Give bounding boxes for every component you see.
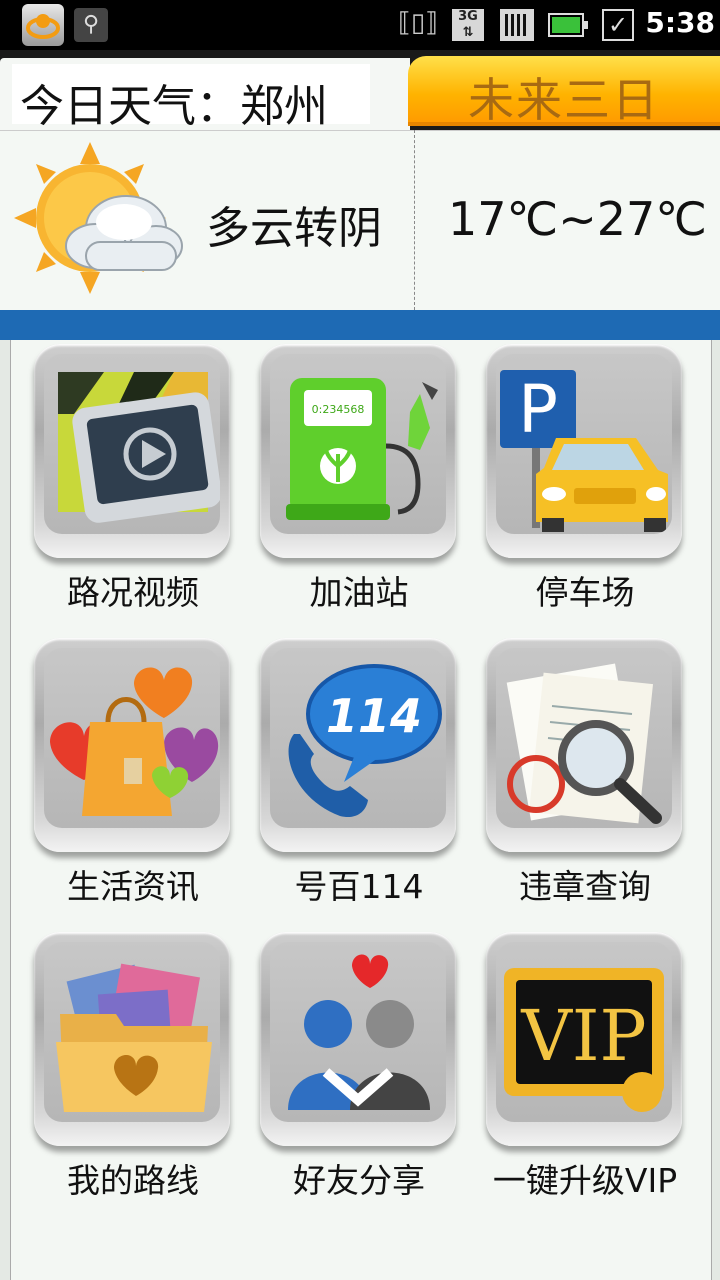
future-three-days-button[interactable]: 未来三日 <box>408 56 720 127</box>
menu-label: 好友分享 <box>293 1161 425 1200</box>
vibrate-icon: ⟦▯⟧ <box>398 8 439 38</box>
status-time: 5:38 <box>645 6 715 39</box>
page-title: 今日天气：郑州 <box>20 81 328 132</box>
menu-label: 一键升级VIP <box>492 1161 678 1200</box>
life-info-button[interactable] <box>34 638 230 852</box>
menu-label: 我的路线 <box>67 1161 199 1200</box>
svg-text:114: 114 <box>326 689 422 743</box>
menu-label: 路况视频 <box>67 573 199 612</box>
network-type: 3G <box>458 9 478 24</box>
menu-label: 加油站 <box>309 573 409 612</box>
vip-upgrade-button[interactable]: VIP <box>486 932 682 1146</box>
future-three-days-label: 未来三日 <box>468 73 660 127</box>
phone-114-icon: 114 <box>288 664 442 818</box>
menu-label: 违章查询 <box>519 867 651 906</box>
parking-icon: P <box>500 370 668 532</box>
3g-icon: 3G ⇅ <box>452 9 484 41</box>
status-bar: ⚲ ⟦▯⟧ 3G ⇅ ✓ 5:38 <box>0 0 720 50</box>
menu-label: 生活资讯 <box>67 867 199 906</box>
menu-label: 停车场 <box>535 573 635 612</box>
traffic-video-icon <box>58 372 220 523</box>
traffic-video-button[interactable] <box>34 344 230 558</box>
svg-text:VIP: VIP <box>520 995 646 1077</box>
section-divider-bar <box>0 310 720 340</box>
partly-cloudy-icon <box>14 142 186 294</box>
weather-condition: 多云转阴 <box>206 203 382 254</box>
phone-114-button[interactable]: 114 <box>260 638 456 852</box>
right-edge <box>711 340 720 1280</box>
left-edge <box>0 340 11 1280</box>
parking-button[interactable]: P <box>486 344 682 558</box>
title-panel: 今日天气：郑州 <box>0 58 410 132</box>
checkbox-icon: ✓ <box>602 9 634 41</box>
usb-icon: ⚲ <box>74 8 108 42</box>
friend-share-button[interactable] <box>260 932 456 1146</box>
violation-search-button[interactable] <box>486 638 682 852</box>
temperature-range: 17℃~27℃ <box>448 192 707 246</box>
violation-search-icon <box>506 663 662 824</box>
battery-icon <box>548 13 588 37</box>
signal-icon <box>500 9 534 41</box>
vip-icon: VIP <box>504 968 664 1112</box>
app-icon <box>22 4 64 46</box>
life-info-icon <box>50 667 219 816</box>
gas-station-button[interactable]: 0:234568 <box>260 344 456 558</box>
svg-text:0:234568: 0:234568 <box>312 403 365 416</box>
friend-share-icon <box>288 954 430 1110</box>
my-route-icon <box>56 963 212 1112</box>
menu-label: 号百114 <box>294 867 424 906</box>
weather-divider <box>414 130 415 310</box>
gas-station-icon: 0:234568 <box>286 378 438 520</box>
my-route-button[interactable] <box>34 932 230 1146</box>
svg-text:P: P <box>518 371 558 448</box>
